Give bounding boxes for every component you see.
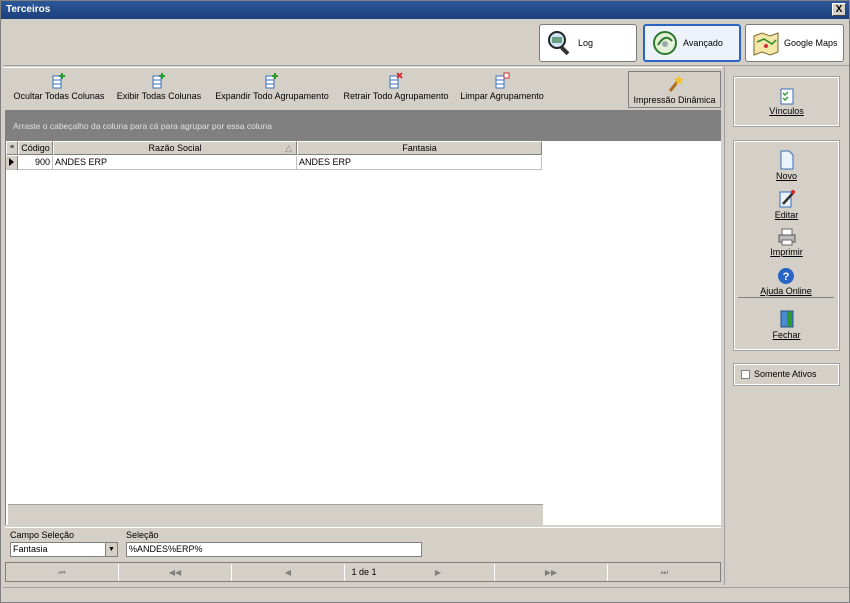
log-label: Log [578, 38, 594, 48]
right-sidebar: Vínculos Novo Editar Imprimir ? Ajuda On… [724, 67, 849, 585]
group-by-hint: Arraste o cabeçalho da coluna para cá pa… [13, 121, 272, 131]
editar-label: Editar [774, 210, 799, 220]
imprimir-button[interactable]: Imprimir [735, 228, 838, 257]
prev-record-button[interactable]: ◀ [232, 564, 345, 581]
avancado-label: Avançado [683, 38, 723, 48]
column-header-label: Código [21, 143, 50, 153]
last-page-button[interactable]: ⏭ [608, 564, 721, 581]
campo-selecao-label: Campo Seleção [10, 530, 75, 540]
page-indicator: 1 de 1 [346, 564, 382, 581]
columns-add-icon [52, 73, 65, 89]
collapse-grouping-button[interactable]: Retrair Todo Agrupamento [338, 72, 454, 108]
fechar-button[interactable]: Fechar [735, 309, 838, 340]
hide-all-columns-button[interactable]: Ocultar Todas Colunas [11, 72, 107, 108]
title-bar: Terceiros X [1, 1, 849, 19]
somente-ativos-checkbox[interactable]: Somente Ativos [733, 363, 840, 386]
campo-selecao-dropdown[interactable]: Fantasia ▼ [10, 542, 118, 557]
expand-grouping-label: Expandir Todo Agrupamento [215, 91, 329, 101]
edit-pencil-icon [779, 190, 795, 208]
actions-panel: Novo Editar Imprimir ? Ajuda Online Fech… [733, 140, 840, 351]
ajuda-online-label: Ajuda Online [760, 286, 812, 296]
map-icon [753, 32, 779, 56]
first-page-button[interactable]: ⏮ [6, 564, 119, 581]
prev-page-button[interactable]: ◀◀ [119, 564, 232, 581]
editar-button[interactable]: Editar [735, 189, 838, 220]
clear-grouping-label: Limpar Agrupamento [460, 91, 544, 101]
google-maps-label: Google Maps [784, 38, 838, 48]
close-button[interactable]: X [832, 3, 846, 16]
campo-selecao-value: Fantasia [13, 544, 48, 554]
new-document-icon [780, 150, 793, 170]
column-header-fantasia[interactable]: Fantasia [297, 141, 542, 155]
dynamic-print-button[interactable]: Impressão Dinâmica [628, 71, 721, 108]
checklist-icon [780, 88, 793, 105]
checkbox-box[interactable] [741, 370, 750, 380]
vinculos-button[interactable]: Vínculos [735, 87, 838, 116]
google-maps-button[interactable]: Google Maps [745, 24, 844, 62]
exit-door-icon [780, 310, 793, 328]
terceiros-window: Terceiros X Log Avançado Google Maps Ocu… [0, 0, 850, 603]
dynamic-print-label: Impressão Dinâmica [633, 95, 716, 105]
selecao-input[interactable]: %ANDES%ERP% [126, 542, 422, 557]
next-record-button[interactable]: ▶ [382, 564, 495, 581]
top-action-bar: Log Avançado Google Maps [3, 20, 849, 66]
avancado-button[interactable]: Avançado [643, 24, 741, 62]
cell-razao-social[interactable]: ANDES ERP [53, 156, 297, 170]
advanced-search-icon [653, 31, 677, 55]
row-indicator-header[interactable]: ≡ [6, 141, 18, 155]
expand-grouping-button[interactable]: Expandir Todo Agrupamento [211, 72, 333, 108]
cell-fantasia[interactable]: ANDES ERP [297, 156, 542, 170]
cell-codigo[interactable]: 900 [18, 156, 53, 170]
ajuda-online-button[interactable]: ? Ajuda Online [738, 267, 834, 298]
chevron-down-icon[interactable]: ▼ [105, 543, 117, 556]
group-collapse-icon [389, 72, 403, 89]
vinculos-panel: Vínculos [733, 76, 840, 127]
column-header-codigo[interactable]: Código [18, 141, 53, 155]
imprimir-label: Imprimir [770, 247, 803, 257]
pager-bar: ⏮ ◀◀ ◀ 1 de 1 ▶ ▶▶ ⏭ [5, 562, 721, 582]
row-pointer-icon [6, 156, 18, 170]
show-all-columns-label: Exibir Todas Colunas [116, 91, 202, 101]
group-by-area[interactable]: Arraste o cabeçalho da coluna para cá pa… [5, 110, 721, 141]
show-all-columns-button[interactable]: Exibir Todas Colunas [113, 72, 205, 108]
vinculos-label: Vínculos [769, 106, 804, 116]
log-button[interactable]: Log [539, 24, 637, 62]
grid-toolbar: Ocultar Todas Colunas Exibir Todas Colun… [3, 67, 722, 109]
column-header-label: Razão Social [148, 143, 202, 153]
fechar-label: Fechar [772, 330, 801, 340]
column-header-razao-social[interactable]: Razão Social △ [53, 141, 297, 155]
data-grid: ≡ Código Razão Social △ Fantasia 900 AND… [5, 141, 721, 525]
collapse-grouping-label: Retrair Todo Agrupamento [343, 91, 449, 101]
group-clear-icon [495, 72, 510, 89]
filter-bar: Campo Seleção Fantasia ▼ Seleção %ANDES%… [5, 527, 721, 559]
novo-button[interactable]: Novo [735, 150, 838, 181]
column-header-label: Fantasia [402, 143, 437, 153]
columns-add-icon [152, 73, 165, 89]
svg-text:?: ? [783, 271, 790, 283]
group-expand-icon [265, 73, 278, 89]
printer-icon [778, 228, 795, 246]
help-icon: ? [778, 268, 794, 284]
grid-footer [8, 504, 543, 525]
novo-label: Novo [775, 171, 797, 181]
status-bar [3, 587, 849, 602]
window-title: Terceiros [6, 4, 51, 15]
sort-ascending-icon: △ [285, 143, 292, 153]
somente-ativos-label: Somente Ativos [754, 369, 817, 379]
next-page-button[interactable]: ▶▶ [495, 564, 608, 581]
magnifier-icon [548, 31, 570, 56]
clear-grouping-button[interactable]: Limpar Agrupamento [457, 72, 547, 108]
hide-all-columns-label: Ocultar Todas Colunas [13, 91, 105, 101]
selecao-label: Seleção [126, 530, 159, 540]
magic-wand-icon [668, 75, 684, 92]
